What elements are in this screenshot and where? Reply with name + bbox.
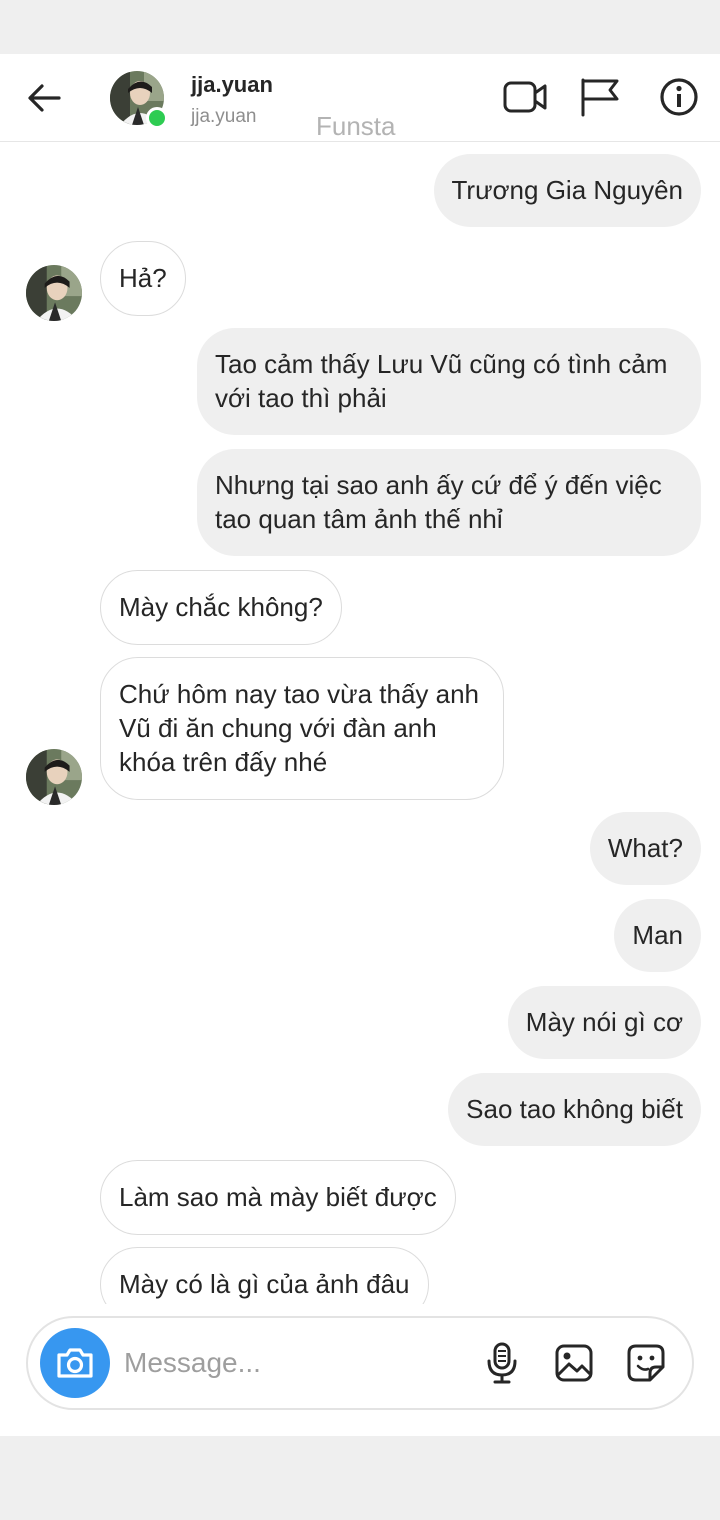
message-bubble-outgoing[interactable]: Mày nói gì cơ <box>507 986 701 1059</box>
flag-icon <box>581 78 619 117</box>
watermark-label: Funsta <box>316 111 396 141</box>
sender-avatar <box>26 749 82 805</box>
voice-message-button[interactable] <box>480 1340 524 1386</box>
message-bubble-outgoing[interactable]: Sao tao không biết <box>448 1073 701 1146</box>
sticker-button[interactable] <box>624 1340 668 1386</box>
header-avatar[interactable] <box>110 71 168 129</box>
message-input[interactable] <box>124 1340 374 1386</box>
chat-username[interactable]: jja.yuan <box>191 72 273 98</box>
sticker-icon <box>627 1344 665 1382</box>
microphone-icon <box>487 1342 517 1384</box>
image-icon <box>555 1344 593 1382</box>
info-button[interactable] <box>658 76 700 118</box>
message-composer <box>26 1316 694 1410</box>
message-bubble-incoming[interactable]: Chứ hôm nay tao vừa thấy anh Vũ đi ăn ch… <box>100 657 504 800</box>
arrow-left-icon <box>28 84 61 112</box>
message-bubble-outgoing[interactable]: Tao cảm thấy Lưu Vũ cũng có tình cảm với… <box>197 328 701 435</box>
message-bubble-incoming[interactable]: Mày chắc không? <box>100 570 342 645</box>
navigation-bar-area <box>0 1436 720 1520</box>
chat-screen: jja.yuan jja.yuan Funsta Trương Gia Nguy… <box>0 54 720 1436</box>
online-status-dot <box>146 107 168 129</box>
message-bubble-outgoing[interactable]: Man <box>614 899 701 972</box>
message-bubble-incoming[interactable]: Làm sao mà mày biết được <box>100 1160 456 1235</box>
video-call-button[interactable] <box>502 76 548 118</box>
message-bubble-incoming[interactable]: Hả? <box>100 241 186 316</box>
gallery-button[interactable] <box>552 1340 596 1386</box>
message-bubble-outgoing[interactable]: What? <box>589 812 701 885</box>
status-bar-area <box>0 0 720 54</box>
video-camera-icon <box>503 81 547 113</box>
message-bubble-outgoing[interactable]: Nhưng tại sao anh ấy cứ để ý đến việc ta… <box>197 449 701 556</box>
camera-icon <box>57 1348 93 1378</box>
chat-header: jja.yuan jja.yuan Funsta <box>0 54 720 142</box>
back-button[interactable] <box>24 80 64 116</box>
sender-avatar <box>26 265 82 321</box>
message-bubble-outgoing[interactable]: Trương Gia Nguyên <box>433 154 701 227</box>
info-icon <box>660 78 698 116</box>
chat-handle: jja.yuan <box>191 106 257 127</box>
camera-button[interactable] <box>40 1328 110 1398</box>
report-button[interactable] <box>578 76 622 118</box>
